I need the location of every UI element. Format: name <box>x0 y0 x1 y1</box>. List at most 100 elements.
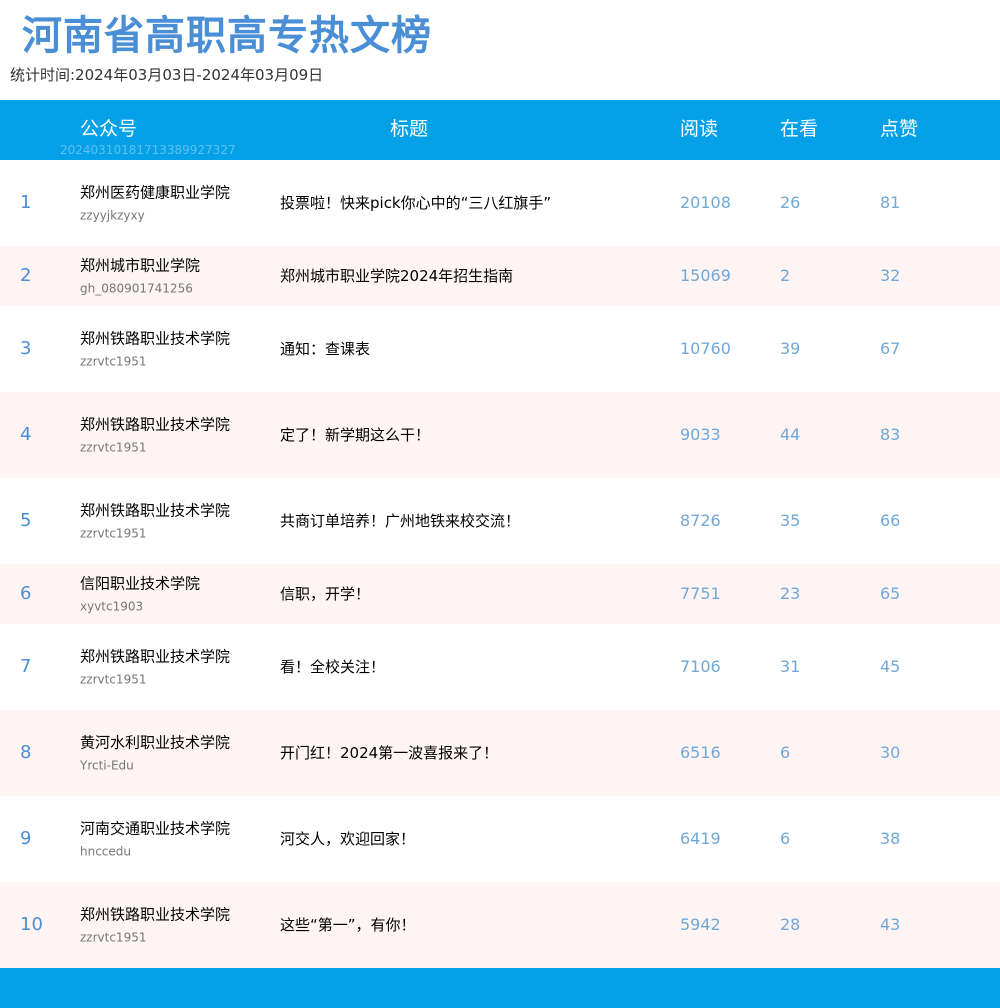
watching-count: 2 <box>780 266 791 285</box>
table-row[interactable]: 1 郑州医药健康职业学院 zzyyjkzyxy 投票啦！快来pick你心中的“三… <box>0 160 1000 246</box>
read-count: 6516 <box>680 743 721 762</box>
read-count: 6419 <box>680 829 721 848</box>
account-id: Yrcti-Edu <box>80 758 134 773</box>
column-header-title[interactable]: 标题 <box>390 116 428 142</box>
table-row[interactable]: 9 河南交通职业技术学院 hnccedu 河交人，欢迎回家！ 6419 6 38 <box>0 796 1000 882</box>
account-name[interactable]: 郑州铁路职业技术学院 <box>80 328 230 351</box>
article-title-link[interactable]: 郑州城市职业学院2024年招生指南 <box>280 265 513 287</box>
column-header-likes[interactable]: 点赞 <box>880 116 918 142</box>
account-cell: 河南交通职业技术学院 hnccedu <box>80 818 230 861</box>
account-cell: 郑州铁路职业技术学院 zzrvtc1951 <box>80 328 230 371</box>
article-title-link[interactable]: 定了！新学期这么干！ <box>280 424 430 446</box>
like-count: 81 <box>880 193 901 212</box>
rank-number: 3 <box>20 338 32 359</box>
account-name[interactable]: 郑州铁路职业技术学院 <box>80 500 230 523</box>
account-cell: 郑州铁路职业技术学院 zzrvtc1951 <box>80 414 230 457</box>
account-name[interactable]: 郑州城市职业学院 <box>80 255 230 278</box>
read-count: 5942 <box>680 915 721 934</box>
read-count: 9033 <box>680 425 721 444</box>
read-count: 7106 <box>680 657 721 676</box>
account-name[interactable]: 黄河水利职业技术学院 <box>80 732 230 755</box>
rank-number: 10 <box>20 914 43 935</box>
header-watermark: 20240310181713389927327 <box>60 143 236 157</box>
table-row[interactable]: 4 郑州铁路职业技术学院 zzrvtc1951 定了！新学期这么干！ 9033 … <box>0 392 1000 478</box>
read-count: 20108 <box>680 193 731 212</box>
watching-count: 31 <box>780 657 801 676</box>
account-cell: 信阳职业技术学院 xyvtc1903 <box>80 573 230 616</box>
article-title-link[interactable]: 信职，开学！ <box>280 583 370 605</box>
read-count: 8726 <box>680 511 721 530</box>
account-id: gh_080901741256 <box>80 281 193 296</box>
account-id: xyvtc1903 <box>80 599 144 614</box>
account-id: zzyyjkzyxy <box>80 208 145 223</box>
read-count: 10760 <box>680 339 731 358</box>
rank-number: 5 <box>20 510 32 531</box>
rank-number: 8 <box>20 742 32 763</box>
watching-count: 28 <box>780 915 801 934</box>
watching-count: 6 <box>780 743 791 762</box>
watching-count: 6 <box>780 829 791 848</box>
table-row[interactable]: 10 郑州铁路职业技术学院 zzrvtc1951 这些“第一”，有你！ 5942… <box>0 882 1000 968</box>
table-row[interactable]: 2 郑州城市职业学院 gh_080901741256 郑州城市职业学院2024年… <box>0 246 1000 306</box>
like-count: 67 <box>880 339 901 358</box>
article-title-link[interactable]: 通知：查课表 <box>280 338 370 360</box>
table-row[interactable]: 7 郑州铁路职业技术学院 zzrvtc1951 看！全校关注！ 7106 31 … <box>0 624 1000 710</box>
account-name[interactable]: 郑州医药健康职业学院 <box>80 182 230 205</box>
article-title-link[interactable]: 共商订单培养！广州地铁来校交流！ <box>280 510 520 532</box>
rank-number: 7 <box>20 656 32 677</box>
account-id: zzrvtc1951 <box>80 354 147 369</box>
like-count: 66 <box>880 511 901 530</box>
table-row[interactable]: 3 郑州铁路职业技术学院 zzrvtc1951 通知：查课表 10760 39 … <box>0 306 1000 392</box>
table-row[interactable]: 8 黄河水利职业技术学院 Yrcti-Edu 开门红！2024第一波喜报来了！ … <box>0 710 1000 796</box>
watching-count: 44 <box>780 425 801 444</box>
account-cell: 郑州铁路职业技术学院 zzrvtc1951 <box>80 904 230 947</box>
account-cell: 郑州铁路职业技术学院 zzrvtc1951 <box>80 646 230 689</box>
rank-number: 4 <box>20 424 32 445</box>
account-cell: 郑州城市职业学院 gh_080901741256 <box>80 255 230 298</box>
rank-number: 2 <box>20 265 32 286</box>
account-cell: 郑州医药健康职业学院 zzyyjkzyxy <box>80 182 230 225</box>
table-row[interactable]: 6 信阳职业技术学院 xyvtc1903 信职，开学！ 7751 23 65 <box>0 564 1000 624</box>
account-id: zzrvtc1951 <box>80 930 147 945</box>
article-title-link[interactable]: 河交人，欢迎回家！ <box>280 828 415 850</box>
ranking-table-body: 1 郑州医药健康职业学院 zzyyjkzyxy 投票啦！快来pick你心中的“三… <box>0 160 1000 968</box>
watching-count: 35 <box>780 511 801 530</box>
account-name[interactable]: 郑州铁路职业技术学院 <box>80 646 230 669</box>
article-title-link[interactable]: 投票啦！快来pick你心中的“三八红旗手” <box>280 192 551 214</box>
account-id: zzrvtc1951 <box>80 440 147 455</box>
like-count: 43 <box>880 915 901 934</box>
account-cell: 郑州铁路职业技术学院 zzrvtc1951 <box>80 500 230 543</box>
column-header-watching[interactable]: 在看 <box>780 116 818 142</box>
like-count: 32 <box>880 266 901 285</box>
like-count: 65 <box>880 584 901 603</box>
watching-count: 23 <box>780 584 801 603</box>
account-id: hnccedu <box>80 844 132 859</box>
account-name[interactable]: 郑州铁路职业技术学院 <box>80 414 230 437</box>
like-count: 30 <box>880 743 901 762</box>
column-header-read[interactable]: 阅读 <box>680 116 718 142</box>
read-count: 15069 <box>680 266 731 285</box>
rank-number: 9 <box>20 828 32 849</box>
account-id: zzrvtc1951 <box>80 672 147 687</box>
table-row[interactable]: 5 郑州铁路职业技术学院 zzrvtc1951 共商订单培养！广州地铁来校交流！… <box>0 478 1000 564</box>
account-id: zzrvtc1951 <box>80 526 147 541</box>
rank-number: 6 <box>20 583 32 604</box>
rank-number: 1 <box>20 192 32 213</box>
account-name[interactable]: 郑州铁路职业技术学院 <box>80 904 230 927</box>
footer-bar <box>0 968 1000 1008</box>
watching-count: 26 <box>780 193 801 212</box>
table-header: 公众号 标题 阅读 在看 点赞 20240310181713389927327 <box>0 100 1000 160</box>
read-count: 7751 <box>680 584 721 603</box>
article-title-link[interactable]: 这些“第一”，有你！ <box>280 914 416 936</box>
account-name[interactable]: 信阳职业技术学院 <box>80 573 230 596</box>
like-count: 38 <box>880 829 901 848</box>
page-title: 河南省高职高专热文榜 <box>22 13 432 59</box>
account-name[interactable]: 河南交通职业技术学院 <box>80 818 230 841</box>
article-title-link[interactable]: 开门红！2024第一波喜报来了！ <box>280 742 498 764</box>
like-count: 45 <box>880 657 901 676</box>
like-count: 83 <box>880 425 901 444</box>
statistics-period: 统计时间:2024年03月03日-2024年03月09日 <box>10 66 324 84</box>
column-header-account[interactable]: 公众号 <box>80 116 137 142</box>
watching-count: 39 <box>780 339 801 358</box>
article-title-link[interactable]: 看！全校关注！ <box>280 656 385 678</box>
